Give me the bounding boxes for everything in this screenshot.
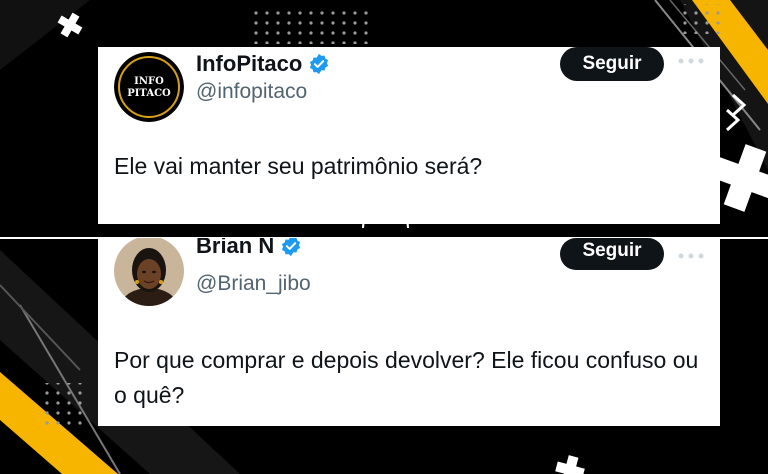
- follow-button[interactable]: Seguir: [560, 47, 664, 81]
- display-name[interactable]: InfoPitaco: [196, 51, 302, 77]
- verified-badge-icon: [310, 53, 329, 75]
- tweet-card: INFO PITACO InfoPitaco @infopitaco Segui…: [98, 47, 720, 224]
- infopitaco-logo: INFO PITACO: [114, 52, 184, 122]
- follow-button-label: Seguir: [582, 53, 642, 74]
- user-handle[interactable]: @Brian_jibo: [196, 272, 311, 296]
- avatar[interactable]: [114, 238, 184, 306]
- follow-button[interactable]: Seguir: [560, 238, 664, 270]
- display-name[interactable]: Brian N: [196, 238, 274, 259]
- user-photo: [114, 238, 184, 306]
- tweet-text: Por que comprar e depois devolver? Ele f…: [114, 347, 699, 408]
- user-name-row: InfoPitaco: [196, 51, 330, 77]
- svg-text:INFO: INFO: [134, 76, 164, 87]
- follow-button-label: Seguir: [582, 240, 642, 261]
- user-name-row: Brian N: [196, 238, 302, 266]
- tweet-card: Brian N @Brian_jibo Seguir Por que compr…: [98, 238, 720, 426]
- user-handle[interactable]: @infopitaco: [196, 80, 307, 104]
- svg-text:PITACO: PITACO: [127, 88, 171, 99]
- tweet-text: Ele vai manter seu patrimônio será?: [114, 153, 483, 179]
- verified-badge-icon: [282, 238, 301, 257]
- avatar[interactable]: INFO PITACO: [114, 52, 184, 122]
- more-dots-icon[interactable]: [676, 53, 706, 69]
- more-dots-icon[interactable]: [676, 248, 706, 264]
